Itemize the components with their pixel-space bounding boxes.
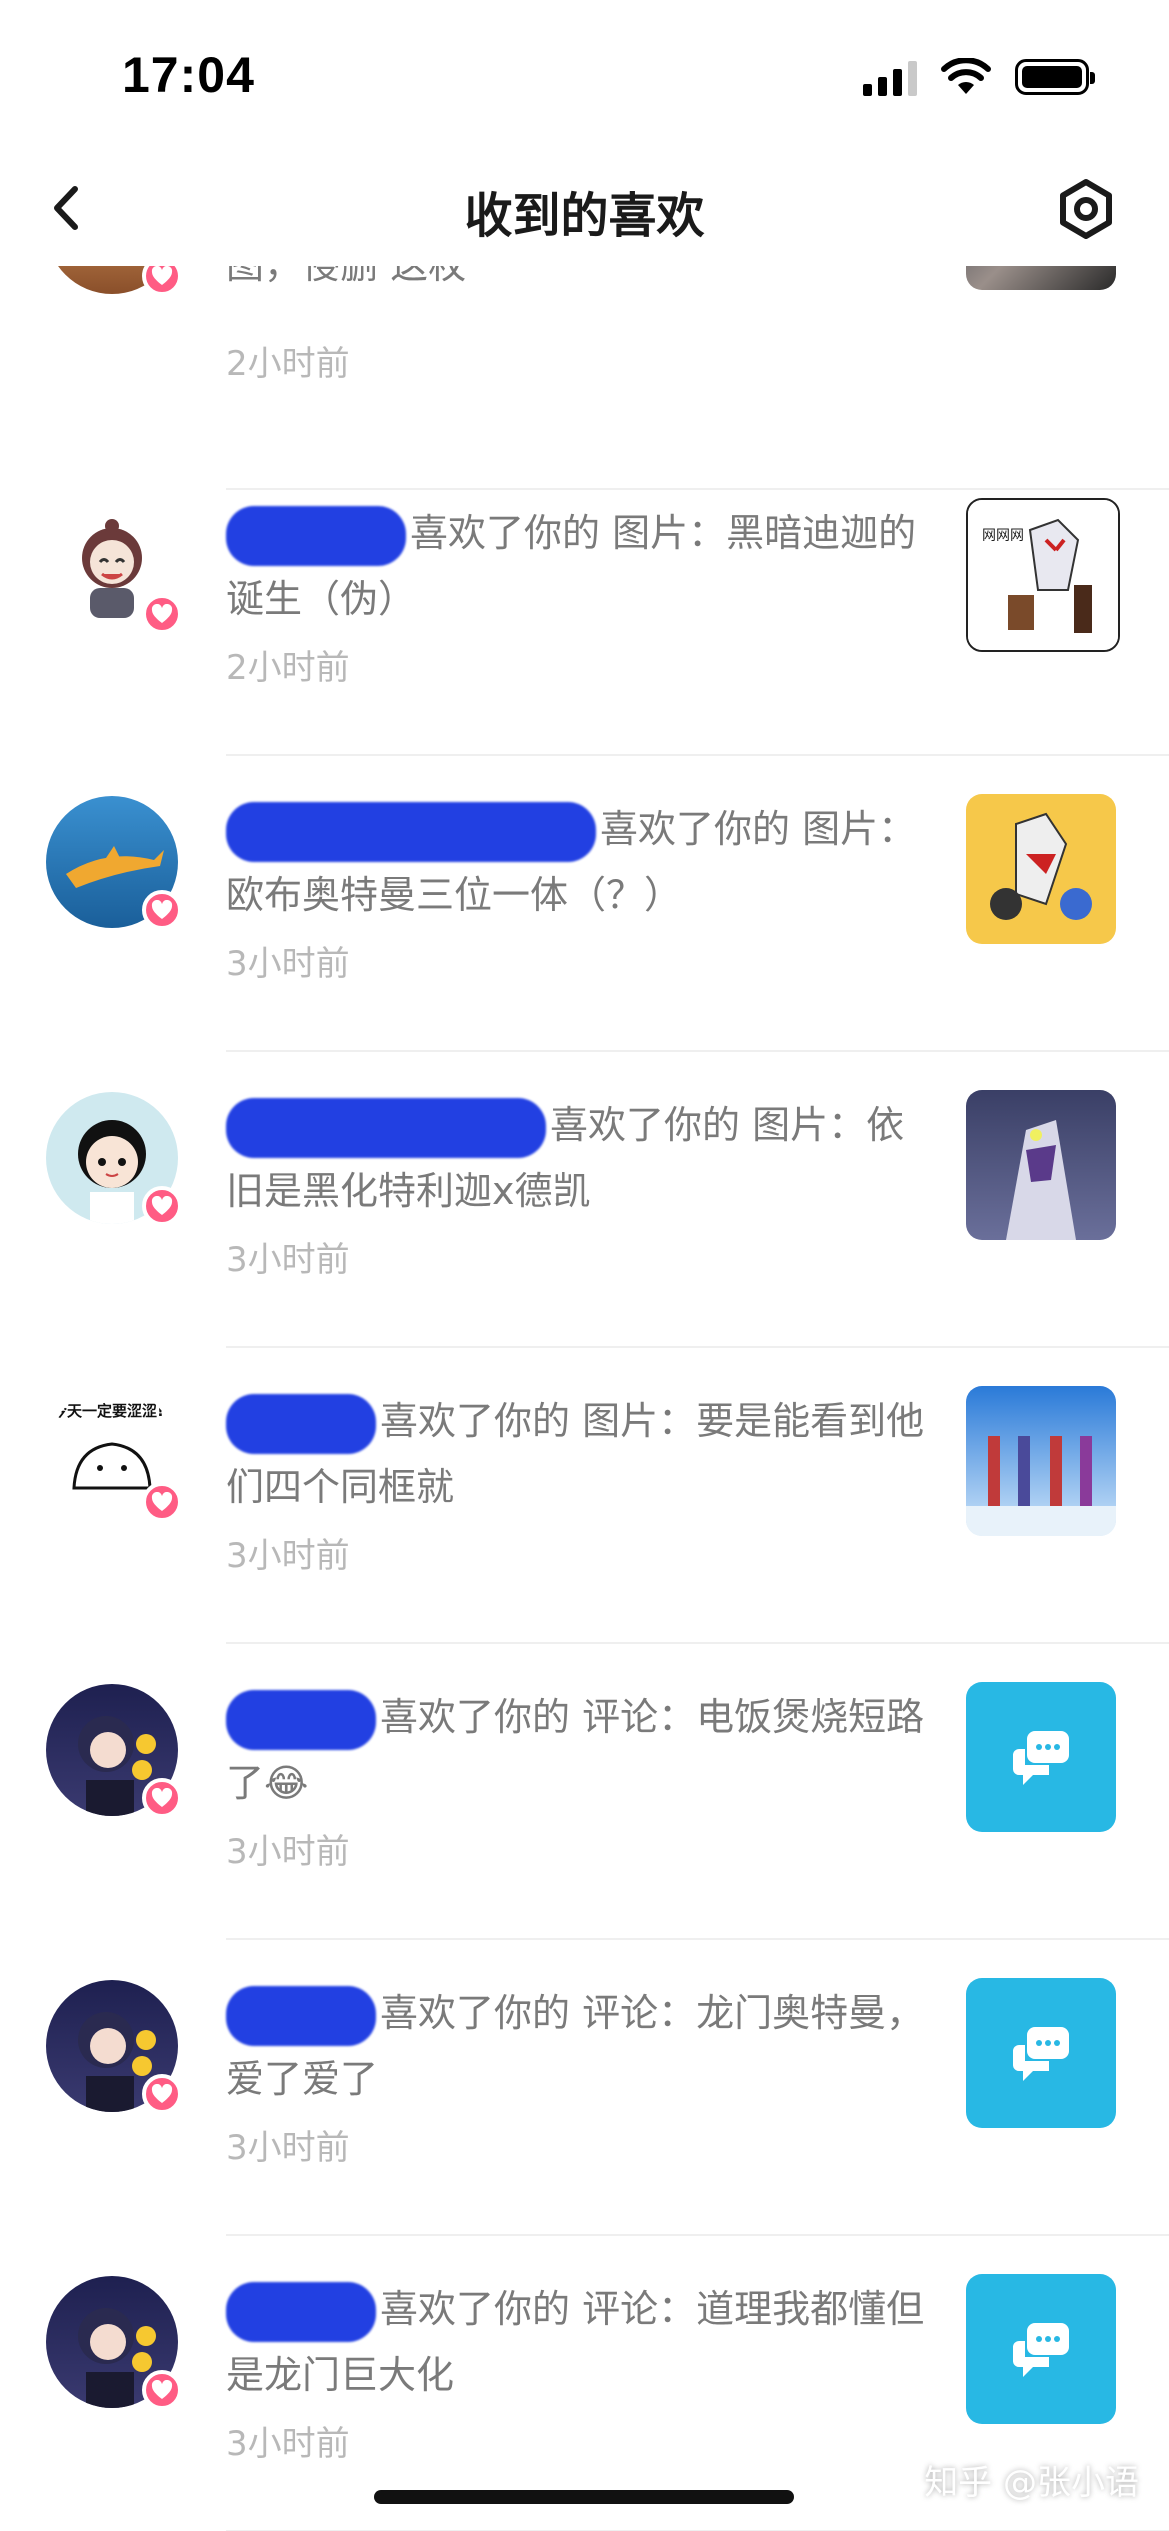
redacted-username [226, 1689, 376, 1750]
page-title: 收到的喜欢 [464, 188, 705, 244]
timestamp: 3小时前 [226, 1832, 350, 1872]
svg-text:网网网: 网网网 [982, 528, 1024, 544]
settings-hexagon-icon [1060, 179, 1112, 239]
heart-badge-icon [142, 1186, 182, 1226]
like-text: 喜欢了你的 图片：依旧是黑化特利迦x德凯 [226, 1092, 926, 1224]
like-text: 喜欢了你的 图片：欧布奥特曼三位一体（？） [226, 796, 926, 928]
heart-badge-icon [142, 594, 182, 634]
redacted-username [226, 1393, 376, 1454]
like-text: 喜欢了你的 评论：道理我都懂但是龙门巨大化 [226, 2276, 926, 2408]
battery-icon [1015, 59, 1095, 95]
list-item[interactable]: 喜欢了你的 评论：电饭煲烧短路了😂 3小时前 [0, 1644, 1169, 1940]
comment-thumbnail[interactable] [966, 1682, 1116, 1832]
comment-thumbnail[interactable] [966, 2274, 1116, 2424]
likes-list: 图，侵删 这枚 2小时前 喜欢了你的 图片：黑暗迪迦的诞生（伪） 2小时前 [0, 266, 1169, 2531]
heart-badge-icon [142, 1482, 182, 1522]
chat-bubbles-icon [1013, 1731, 1069, 1785]
nav-bar: 收到的喜欢 [0, 150, 1169, 266]
post-thumbnail[interactable] [966, 266, 1116, 290]
list-item[interactable]: 喜欢了你的 评论：龙门奥特曼，爱了爱了 3小时前 [0, 1940, 1169, 2236]
status-bar: 17:04 [0, 0, 1169, 150]
timestamp: 3小时前 [226, 1240, 350, 1280]
list-item[interactable]: 图，侵删 这枚 2小时前 [0, 266, 1169, 490]
comment-thumbnail[interactable] [966, 1978, 1116, 2128]
ultraman-thumbnail-image [1006, 1120, 1076, 1240]
redacted-username [226, 801, 596, 862]
ultraman-art-thumbnail [976, 804, 1106, 934]
timestamp: 3小时前 [226, 944, 350, 984]
chat-bubbles-icon [1013, 2027, 1069, 2081]
chat-bubbles-icon [1013, 2323, 1069, 2377]
redacted-username [226, 1097, 546, 1158]
post-thumbnail[interactable] [966, 1090, 1116, 1240]
timestamp: 3小时前 [226, 2424, 350, 2464]
timestamp: 3小时前 [226, 2128, 350, 2168]
heart-badge-icon [142, 2370, 182, 2410]
like-text: 喜欢了你的 图片：要是能看到他们四个同框就 [226, 1388, 926, 1520]
timestamp: 3小时前 [226, 1536, 350, 1576]
list-item[interactable]: 今天一定要涩涩! 喜欢了你的 图片：要是能看到他们四个同框就 3小时前 [0, 1348, 1169, 1644]
like-text: 喜欢了你的 评论：龙门奥特曼，爱了爱了 [226, 1980, 926, 2112]
wifi-icon [941, 58, 991, 94]
settings-button[interactable] [1051, 174, 1121, 244]
cellular-signal-icon [863, 58, 917, 96]
post-thumbnail[interactable] [966, 794, 1116, 944]
list-item[interactable]: 喜欢了你的 图片：黑暗迪迦的诞生（伪） 2小时前 网网网 [0, 460, 1169, 756]
like-text: 喜欢了你的 评论：电饭煲烧短路了😂 [226, 1684, 926, 1816]
heart-badge-icon [142, 890, 182, 930]
heart-badge-icon [142, 266, 182, 296]
redacted-username [226, 505, 406, 566]
heart-badge-icon [142, 1778, 182, 1818]
comic-thumbnail-image: 网网网 [968, 500, 1118, 650]
like-text: 图，侵删 这枚 [226, 266, 926, 298]
status-icons [863, 55, 1095, 99]
post-thumbnail[interactable]: 网网网 [966, 498, 1120, 652]
timestamp: 2小时前 [226, 344, 350, 384]
like-text: 喜欢了你的 图片：黑暗迪迦的诞生（伪） [226, 500, 926, 632]
heart-badge-icon [142, 2074, 182, 2114]
group-photo-thumbnail [966, 1436, 1116, 1536]
redacted-username [226, 1985, 376, 2046]
watermark: 知乎 @张小语 [924, 2463, 1139, 2503]
home-indicator[interactable] [374, 2490, 794, 2504]
status-time: 17:04 [122, 47, 255, 103]
svg-text:今天一定要涩涩!: 今天一定要涩涩! [51, 1402, 164, 1420]
timestamp: 2小时前 [226, 648, 350, 688]
list-item[interactable]: 喜欢了你的 图片：欧布奥特曼三位一体（？） 3小时前 [0, 756, 1169, 1052]
post-thumbnail[interactable] [966, 1386, 1116, 1536]
list-item[interactable]: 喜欢了你的 图片：依旧是黑化特利迦x德凯 3小时前 [0, 1052, 1169, 1348]
redacted-username [226, 2281, 376, 2342]
